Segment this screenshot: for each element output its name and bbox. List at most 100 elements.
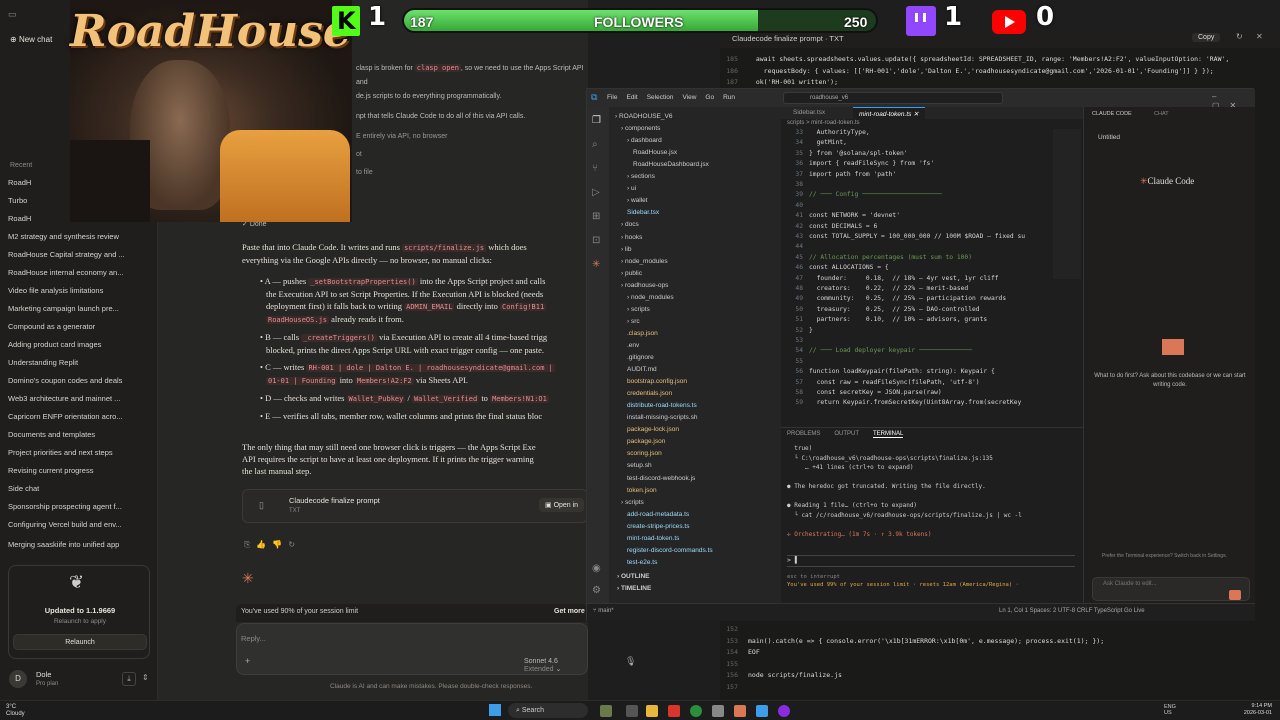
task-view-icon[interactable]	[626, 705, 638, 717]
claude-app-icon[interactable]	[734, 705, 746, 717]
explorer-file[interactable]: test-e2e.ts	[627, 559, 657, 566]
explorer-file[interactable]: mint-road-token.ts	[627, 535, 679, 542]
explorer-folder[interactable]: › ROADHOUSE_V6	[615, 113, 672, 120]
claude-tab-chat[interactable]: CHAT	[1154, 111, 1169, 117]
explorer-file[interactable]: .clasp.json	[627, 330, 658, 337]
artifact-card[interactable]: ▯ Claudecode finalize prompt TXT ▣ Open …	[242, 489, 588, 523]
search-icon[interactable]: ⌕	[592, 139, 598, 150]
explorer-folder[interactable]: › wallet	[627, 197, 648, 204]
explorer-file[interactable]: scoring.json	[627, 450, 662, 457]
command-center[interactable]: roadhouse_v6	[783, 92, 1003, 104]
explorer-folder[interactable]: › components	[621, 125, 660, 132]
source-control-icon[interactable]: ⑂	[592, 163, 598, 174]
sidebar-chat-item[interactable]: M2 strategy and synthesis review	[8, 232, 148, 241]
sidebar-chat-item[interactable]: RoadHouse Capital strategy and ...	[8, 250, 148, 259]
explorer-folder[interactable]: › public	[621, 270, 642, 277]
explorer-file[interactable]: register-discord-commands.ts	[627, 547, 713, 554]
sidebar-chat-item[interactable]: Domino's coupon codes and deals	[8, 376, 148, 385]
explorer-folder[interactable]: › lib	[621, 246, 632, 253]
terminal-input[interactable]: > ▌	[787, 555, 1075, 567]
open-in-button[interactable]: ▣ Open in	[539, 498, 585, 512]
copy-button[interactable]: Copy	[1192, 33, 1221, 42]
sidebar-chat-item[interactable]: Compound as a generator	[8, 322, 148, 331]
explorer-folder[interactable]: › dashboard	[627, 137, 662, 144]
reply-box[interactable]: Reply... + Sonnet 4.6 Extended ⌄ 🎙	[236, 623, 636, 675]
panel-tab[interactable]: OUTPUT	[834, 431, 859, 437]
menu-item[interactable]: Run	[723, 94, 735, 101]
explorer-file[interactable]: create-stripe-prices.ts	[627, 523, 690, 530]
explorer-folder[interactable]: › sections	[627, 173, 655, 180]
explorer-file[interactable]: Sidebar.tsx	[627, 209, 659, 216]
vscode-app-icon[interactable]	[756, 705, 768, 717]
explorer-folder[interactable]: › scripts	[627, 306, 650, 313]
mic-icon[interactable]: 🎙	[625, 656, 636, 667]
new-chat-button[interactable]: ⊕ New chat	[10, 35, 52, 44]
taskbar-search[interactable]: ⌕ Search	[508, 703, 588, 718]
explorer-file[interactable]: AUDIT.md	[627, 366, 657, 373]
add-icon[interactable]: +	[245, 656, 250, 666]
sidebar-chat-item[interactable]: Web3 architecture and mainnet ...	[8, 394, 148, 403]
explorer-file[interactable]: test-discord-webhook.js	[627, 475, 695, 482]
app-icon-red[interactable]	[668, 705, 680, 717]
explorer-folder[interactable]: › roadhouse-ops	[621, 282, 668, 289]
menu-item[interactable]: Edit	[626, 94, 637, 101]
explorer-file[interactable]: install-missing-scripts.sh	[627, 414, 697, 421]
download-icon[interactable]: ⤓	[122, 672, 136, 686]
user-avatar[interactable]: D	[9, 670, 27, 688]
chrome-icon[interactable]	[690, 705, 702, 717]
sidebar-toggle-icon[interactable]: ▭	[8, 9, 17, 20]
claude-input-placeholder[interactable]: Ask Claude to edit...	[1103, 581, 1157, 587]
explorer-file[interactable]: add-road-metadata.ts	[627, 511, 689, 518]
outline-section[interactable]: › OUTLINE	[617, 573, 650, 580]
clock[interactable]: 9:14 PM 2026-03-01	[1226, 703, 1272, 717]
sidebar-chat-item[interactable]: Revising current progress	[8, 466, 148, 475]
sidebar-chat-item[interactable]: Marketing campaign launch pre...	[8, 304, 148, 313]
menu-item[interactable]: Go	[705, 94, 714, 101]
explorer-file[interactable]: setup.sh	[627, 462, 652, 469]
send-button[interactable]	[1229, 590, 1241, 600]
sidebar-chat-item[interactable]: Understanding Replit	[8, 358, 148, 367]
extensions-icon[interactable]: ⊞	[592, 211, 600, 222]
explorer-folder[interactable]: › hooks	[621, 234, 642, 241]
close-icon[interactable]: ✕	[1256, 32, 1263, 41]
explorer-file[interactable]: RoadHouse.jsx	[633, 149, 677, 156]
menu-item[interactable]: File	[607, 94, 617, 101]
sidebar-chat-item[interactable]: RoadHouse internal economy an...	[8, 268, 148, 277]
settings-gear-icon[interactable]: ⚙	[592, 585, 601, 596]
panel-tab[interactable]: TERMINAL	[873, 431, 904, 438]
explorer-file[interactable]: credentials.json	[627, 390, 672, 397]
get-more-link[interactable]: Get more	[554, 608, 585, 615]
menu-item[interactable]: View	[682, 94, 696, 101]
sidebar-chat-item[interactable]: Capricorn ENFP orientation acro...	[8, 412, 148, 421]
terminal-panel[interactable]: PROBLEMS OUTPUT TERMINAL true) └ C:\roadho…	[781, 427, 1083, 603]
remote-icon[interactable]: ⊡	[592, 235, 600, 246]
explorer-folder[interactable]: › ui	[627, 185, 636, 192]
windows-start-icon[interactable]	[489, 704, 501, 716]
explorer-folder[interactable]: › node_modules	[621, 258, 668, 265]
model-selector[interactable]: Sonnet 4.6 Extended ⌄	[524, 658, 587, 673]
sidebar-chat-item[interactable]: Sponsorship prospecting agent f...	[8, 502, 148, 511]
sidebar-chat-item[interactable]: Video file analysis limitations	[8, 286, 148, 295]
language-indicator[interactable]: ENG US	[1164, 704, 1176, 716]
file-explorer-icon[interactable]	[646, 705, 658, 717]
chevron-icon[interactable]: ⇕	[142, 673, 149, 682]
explorer-file[interactable]: package.json	[627, 438, 665, 445]
relaunch-button[interactable]: Relaunch	[13, 634, 147, 650]
claude-icon[interactable]: ✳	[592, 259, 600, 270]
sidebar-chat-item[interactable]: Adding product card images	[8, 340, 148, 349]
sidebar-chat-item[interactable]: Documents and templates	[8, 430, 148, 439]
explorer-icon[interactable]: ❐	[592, 115, 601, 126]
explorer-file[interactable]: .gitignore	[627, 354, 654, 361]
tab-mint-road-token[interactable]: mint-road-token.ts ✕	[853, 107, 925, 119]
search-highlight-icon[interactable]	[600, 705, 612, 717]
status-right[interactable]: Ln 1, Col 1 Spaces: 2 UTF-8 CRLF TypeScr…	[999, 608, 1145, 614]
settings-app-icon[interactable]	[712, 705, 724, 717]
menu-item[interactable]: Selection	[647, 94, 674, 101]
claude-tab-code[interactable]: CLAUDE CODE	[1092, 111, 1132, 117]
sidebar-chat-item[interactable]: Merging saaskiife into unified app	[8, 540, 148, 549]
sidebar-chat-item[interactable]: Configuring Vercel build and env...	[8, 520, 148, 529]
account-icon[interactable]: ◉	[592, 563, 601, 574]
message-actions[interactable]: ⎘👍👎↻	[244, 540, 301, 550]
explorer-folder[interactable]: › src	[627, 318, 640, 325]
explorer-file[interactable]: bootstrap.config.json	[627, 378, 687, 385]
